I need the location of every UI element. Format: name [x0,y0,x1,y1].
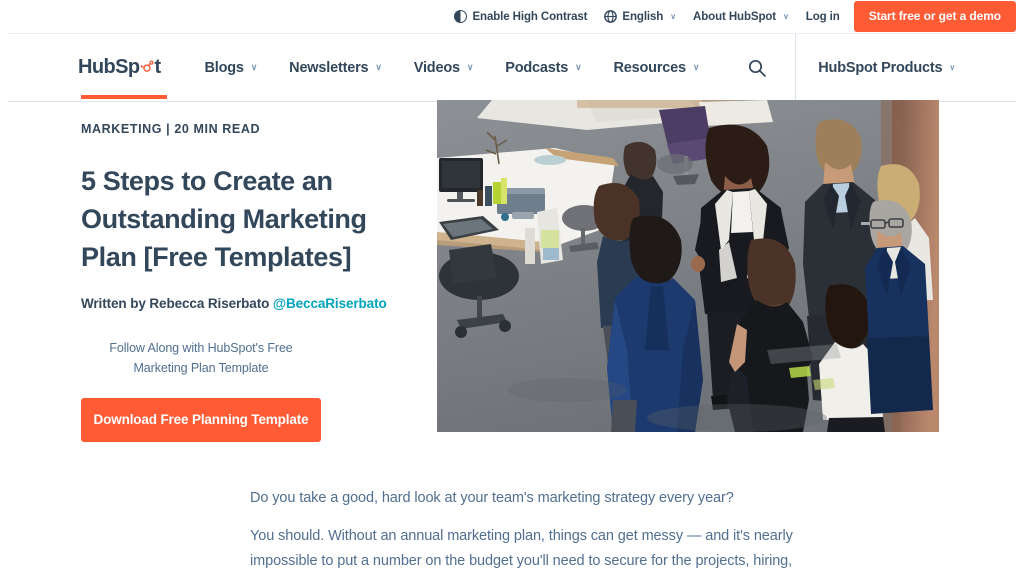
about-hubspot-menu[interactable]: About HubSpot ∨ [693,11,789,23]
logo-text-after: t [154,56,161,78]
chevron-down-icon: ∨ [375,62,382,72]
download-free-planning-template-button[interactable]: Download Free Planning Template [81,398,321,442]
nav-item-newsletters-label: Newsletters [289,59,369,76]
enable-high-contrast-toggle[interactable]: Enable High Contrast [454,10,588,23]
logo-text-before: HubSp [78,56,140,78]
nav-item-blogs[interactable]: Blogs ∨ [189,60,274,76]
nav-item-resources-label: Resources [613,59,687,76]
chevron-down-icon: ∨ [466,62,474,72]
login-label: Log in [805,10,840,23]
language-selector[interactable]: English ∨ [604,10,676,23]
chevron-down-icon: ∨ [692,62,700,72]
hubspot-blog-article-page: Enable High Contrast English ∨ About Hub… [0,0,1024,576]
utility-bar: Enable High Contrast English ∨ About Hub… [0,0,1024,33]
globe-icon [604,10,618,23]
enable-high-contrast-label: Enable High Contrast [472,10,588,23]
nav-item-videos[interactable]: Videos ∨ [398,60,489,76]
body-paragraph: Do you take a good, hard look at your te… [250,490,734,506]
search-button[interactable] [729,58,785,78]
login-link[interactable]: Log in [806,11,840,23]
search-icon [749,59,767,77]
start-free-or-demo-button[interactable]: Start free or get a demo [853,1,1016,32]
chevron-down-icon: ∨ [783,12,789,21]
download-cta-block: Follow Along with HubSpot's Free Marketi… [81,338,321,442]
article-body: Do you take a good, hard look at your te… [250,486,798,576]
about-hubspot-label: About HubSpot [693,10,777,23]
nav-item-newsletters[interactable]: Newsletters ∨ [273,60,398,76]
byline-twitter-handle[interactable]: @BeccaRiserbato [273,296,387,311]
hero-image-illustration [437,100,939,432]
contrast-icon [454,10,468,23]
article-byline: Written by Rebecca Riserbato @BeccaRiser… [81,296,411,311]
hero-image [437,100,939,432]
chevron-down-icon: ∨ [949,63,955,72]
download-cta-text: Follow Along with HubSpot's Free Marketi… [109,341,293,375]
chevron-down-icon: ∨ [670,12,677,21]
hubspot-logo[interactable]: HubSp t [78,56,161,79]
byline-author: Written by Rebecca Riserbato [81,296,273,311]
main-navigation-bar: HubSp t Blogs ∨ Newsletters ∨ Videos ∨ P… [8,33,1016,102]
nav-item-hubspot-products-label: HubSpot Products [818,59,943,76]
nav-item-blogs-label: Blogs [204,59,244,76]
language-label: English [622,10,664,23]
chevron-down-icon: ∨ [250,62,258,72]
article-accent-bar [81,95,167,99]
nav-item-podcasts-label: Podcasts [505,59,569,76]
chevron-down-icon: ∨ [575,62,582,72]
nav-item-hubspot-products[interactable]: HubSpot Products ∨ [796,60,977,76]
article-header: MARKETING | 20 MIN READ 5 Steps to Creat… [81,95,411,442]
nav-item-podcasts[interactable]: Podcasts ∨ [489,60,597,76]
page-title: 5 Steps to Create an Outstanding Marketi… [81,166,367,272]
body-paragraph: You should. Without an annual marketing … [250,528,793,569]
article-eyebrow: MARKETING | 20 MIN READ [81,122,261,136]
nav-item-resources[interactable]: Resources ∨ [598,60,716,76]
hubspot-sprocket-icon [140,57,154,72]
nav-item-videos-label: Videos [413,59,460,76]
nav-links: Blogs ∨ Newsletters ∨ Videos ∨ Podcasts … [189,60,716,76]
